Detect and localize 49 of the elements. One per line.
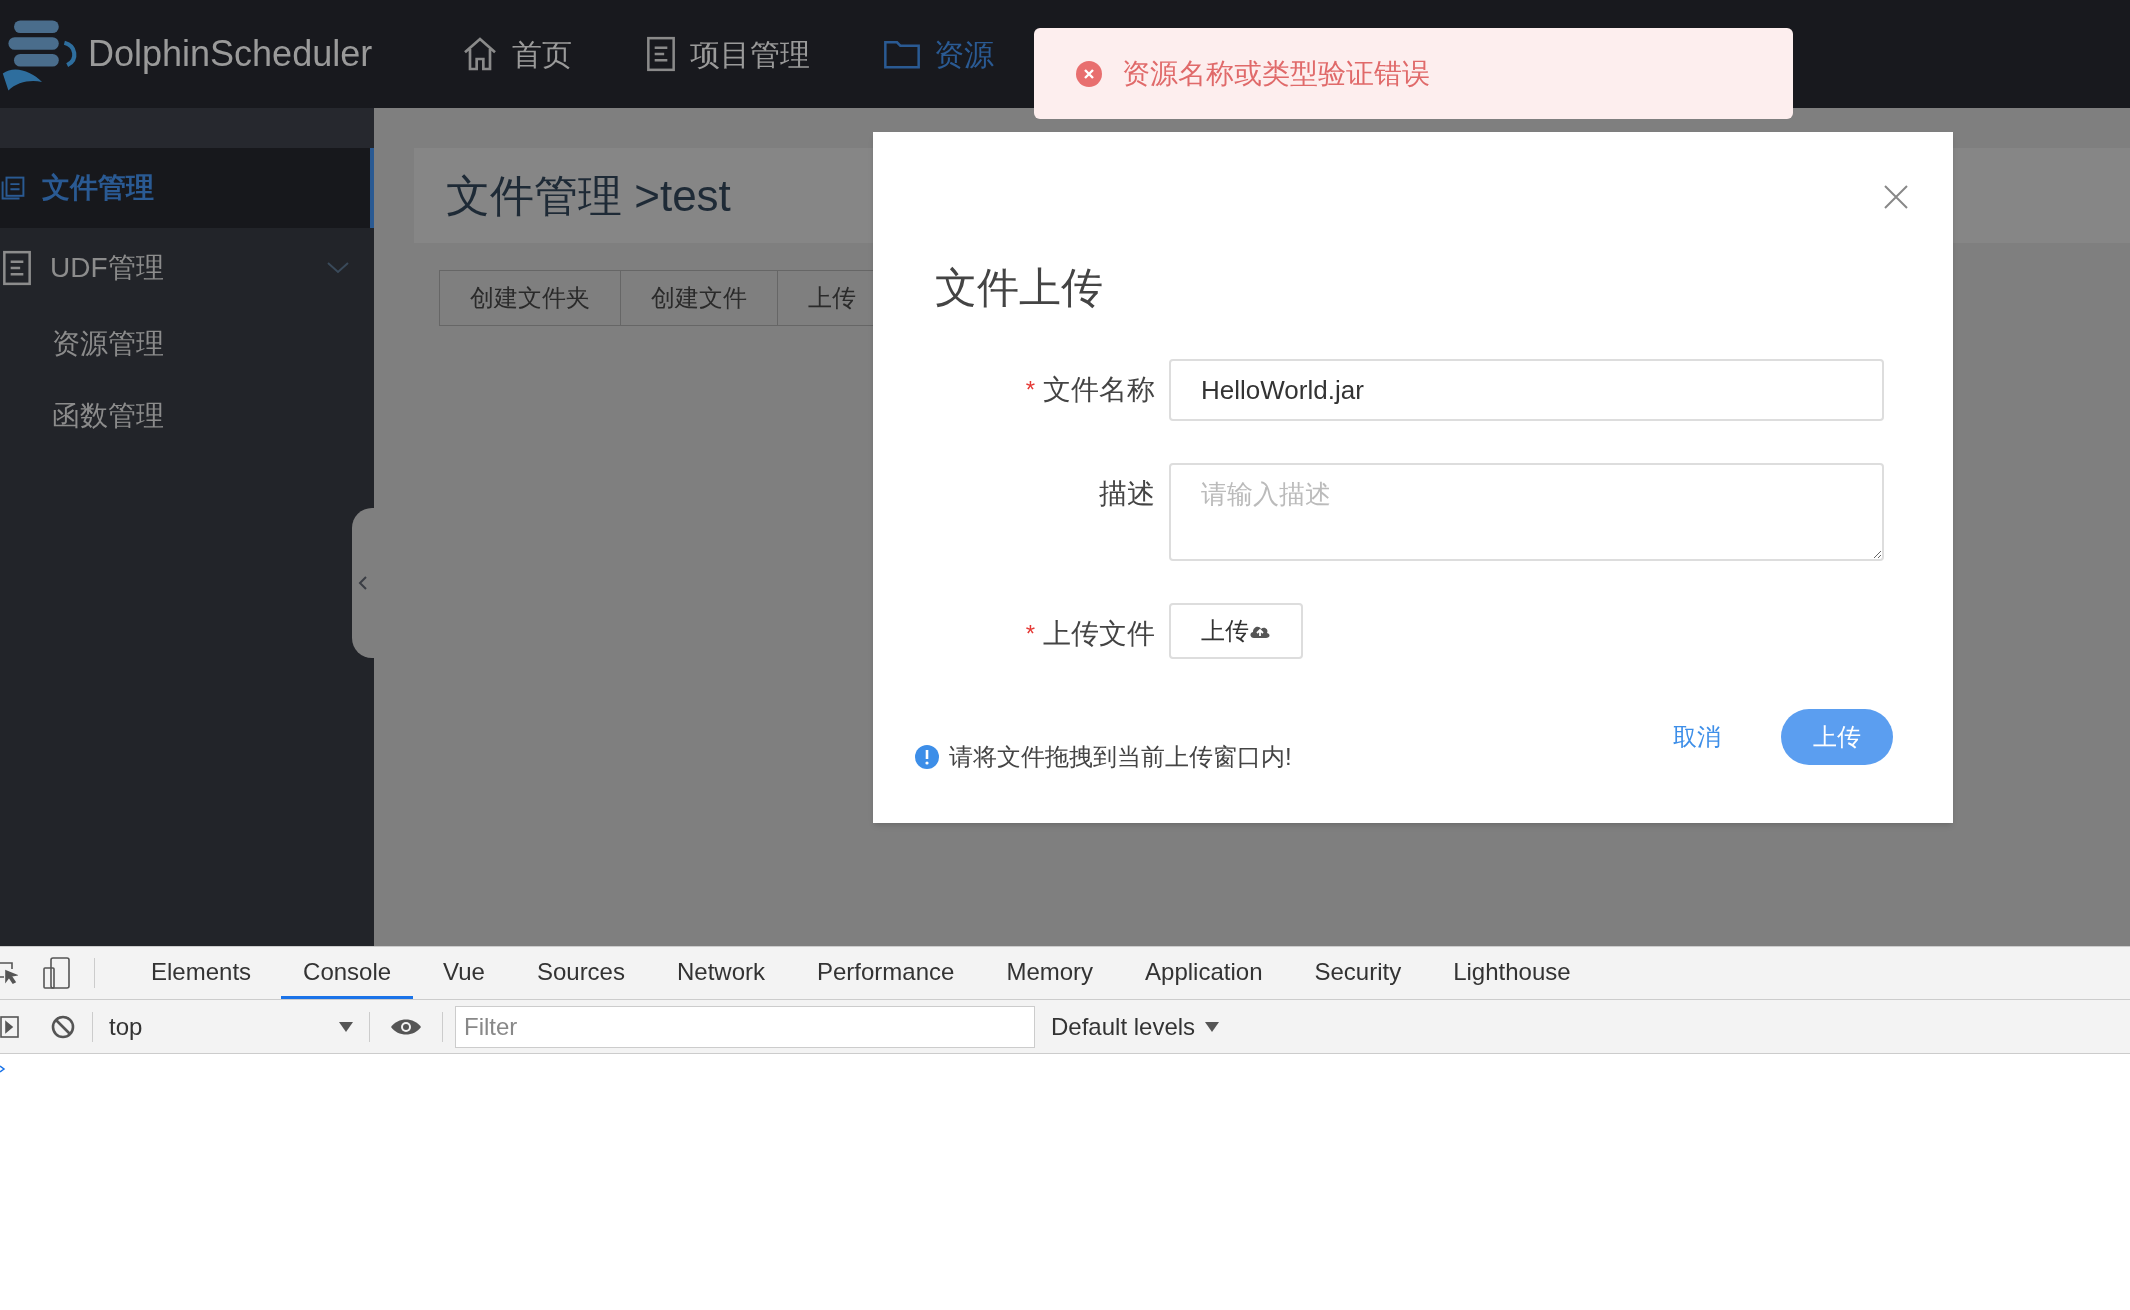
page-title: 文件管理 >test (446, 169, 731, 222)
document-icon (644, 35, 678, 73)
devtools-tab[interactable]: Performance (795, 947, 977, 999)
devtools-tab[interactable]: Vue (421, 947, 507, 999)
prompt-icon (0, 1064, 6, 1074)
device-icon[interactable] (42, 956, 72, 990)
toolbar-button[interactable]: 创建文件夹 (439, 270, 621, 326)
close-button[interactable] (1883, 184, 1909, 210)
clear-icon[interactable] (50, 1013, 76, 1040)
drag-hint: 请将文件拖拽到当前上传窗口内! (949, 742, 1292, 772)
context-select[interactable]: top (93, 1008, 369, 1045)
inspect-icon[interactable] (0, 961, 18, 985)
devtools-tab[interactable]: Application (1123, 947, 1285, 999)
devtools-tab[interactable]: Sources (514, 947, 647, 999)
document-icon (0, 249, 34, 287)
error-icon (1076, 60, 1102, 87)
devtools-tab[interactable]: Security (1292, 947, 1424, 999)
sidebar-toggle-icon[interactable] (0, 1015, 20, 1038)
filter-field[interactable]: Filter (455, 1005, 1035, 1048)
upload-button[interactable]: 上传 (1169, 603, 1303, 659)
caret-icon (339, 1021, 353, 1032)
devtools-tab[interactable]: Elements (129, 947, 274, 999)
files-icon (0, 175, 26, 201)
dialog-title: 文件上传 (935, 263, 1103, 313)
nav-link[interactable]: 首页 (460, 31, 572, 77)
field-label: 上传文件 (1043, 617, 1155, 651)
chevron-icon (326, 261, 350, 275)
levels-dropdown[interactable]: Default levels (1051, 1008, 1220, 1045)
chevron-left-icon (358, 575, 368, 591)
sidebar-item[interactable]: UDF管理 (0, 228, 374, 308)
devtools-tab[interactable]: Network (654, 947, 787, 999)
file-name-field[interactable]: HelloWorld.jar (1169, 359, 1884, 421)
field-label: 文件名称 (1043, 373, 1155, 407)
logo-text: DolphinScheduler (88, 32, 373, 76)
devtools-tab[interactable]: Lighthouse (1431, 947, 1593, 999)
close-icon (1883, 184, 1909, 210)
nav-link[interactable]: 项目管理 (644, 31, 810, 77)
caret-icon (1205, 1021, 1220, 1032)
required-mark: * (1025, 619, 1035, 649)
devtools-tab[interactable]: Memory (984, 947, 1116, 999)
field-label: 描述 (1099, 477, 1155, 511)
description-field[interactable]: 请输入描述 (1169, 463, 1884, 561)
sidebar-subitem[interactable]: 资源管理 (0, 308, 374, 380)
collapse-handle[interactable] (352, 508, 374, 658)
info-icon (915, 745, 939, 769)
required-mark: * (1025, 375, 1035, 405)
toolbar-button[interactable]: 创建文件 (620, 270, 778, 326)
error-message: 资源名称或类型验证错误 (1122, 56, 1430, 91)
sidebar-subitem[interactable]: 函数管理 (0, 380, 374, 452)
